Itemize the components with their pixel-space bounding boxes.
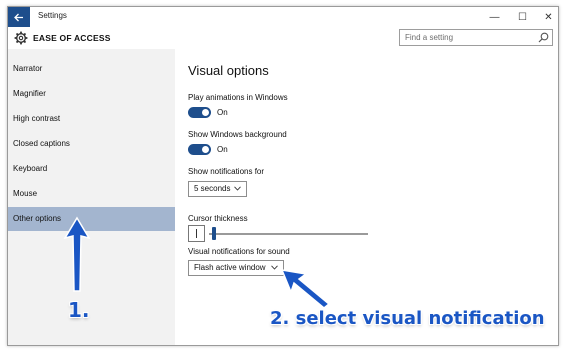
annotation-step-1: 1. — [68, 298, 90, 322]
show-background-label: Show Windows background — [188, 130, 287, 139]
show-background-state: On — [217, 145, 228, 154]
back-button[interactable] — [8, 7, 30, 27]
visual-notifications-label: Visual notifications for sound — [188, 247, 290, 256]
back-arrow-icon — [14, 13, 23, 21]
notifications-duration-value: 5 seconds — [194, 184, 231, 193]
annotation-arrow-1 — [63, 216, 91, 292]
sidebar-item-high-contrast[interactable]: High contrast — [8, 107, 175, 131]
close-button[interactable]: ✕ — [536, 7, 558, 27]
title-bar: Settings — ☐ ✕ — [8, 7, 558, 27]
page-header: EASE OF ACCESS — [8, 27, 558, 49]
sidebar-item-mouse[interactable]: Mouse — [8, 182, 175, 206]
sidebar-item-keyboard[interactable]: Keyboard — [8, 157, 175, 181]
minimize-button[interactable]: — — [482, 7, 507, 27]
sidebar-item-magnifier[interactable]: Magnifier — [8, 82, 175, 106]
main-content: Visual options Play animations in Window… — [175, 49, 558, 345]
cursor-thickness-slider[interactable] — [209, 233, 368, 235]
play-animations-label: Play animations in Windows — [188, 93, 288, 102]
cursor-thickness-preview — [188, 225, 205, 242]
notifications-duration-dropdown[interactable]: 5 seconds — [188, 181, 247, 197]
page-title: EASE OF ACCESS — [33, 33, 111, 43]
cursor-thickness-slider-handle[interactable] — [212, 227, 216, 240]
chevron-down-icon — [234, 186, 241, 191]
annotation-step-2: 2. select visual notification — [270, 308, 545, 329]
notifications-duration-label: Show notifications for — [188, 167, 265, 176]
cursor-thickness-label: Cursor thickness — [188, 214, 248, 223]
show-background-toggle[interactable] — [188, 144, 211, 155]
visual-notifications-value: Flash active window — [194, 263, 266, 272]
play-animations-state: On — [217, 108, 228, 117]
visual-notifications-dropdown[interactable]: Flash active window — [188, 260, 284, 276]
search-box[interactable] — [399, 29, 553, 46]
gear-icon — [14, 31, 28, 45]
chevron-down-icon — [271, 265, 278, 270]
annotation-arrow-2 — [280, 269, 331, 309]
window-title: Settings — [38, 11, 67, 20]
search-icon[interactable] — [538, 32, 549, 43]
sidebar-item-narrator[interactable]: Narrator — [8, 57, 175, 81]
sidebar-item-closed-captions[interactable]: Closed captions — [8, 132, 175, 156]
sidebar: Narrator Magnifier High contrast Closed … — [8, 49, 175, 345]
search-input[interactable] — [400, 30, 534, 45]
section-title: Visual options — [188, 63, 269, 78]
maximize-button[interactable]: ☐ — [510, 7, 535, 27]
play-animations-toggle[interactable] — [188, 107, 211, 118]
